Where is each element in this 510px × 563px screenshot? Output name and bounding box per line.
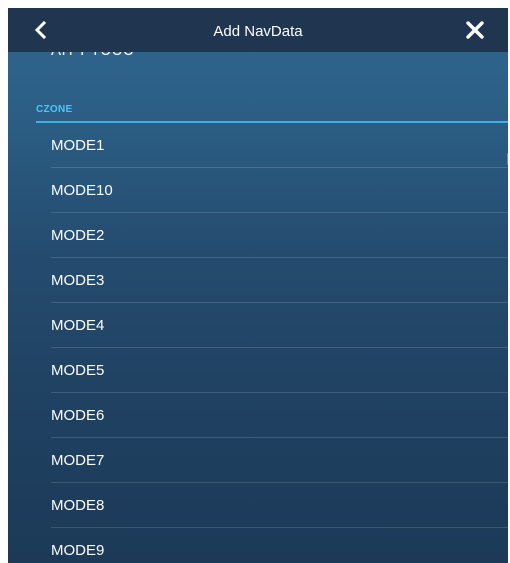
list-item-label: MODE7 — [51, 452, 105, 469]
list-item-label: MODE9 — [51, 542, 105, 559]
list-item[interactable]: MODE3 — [8, 258, 508, 303]
list-item-label: MODE1 — [51, 137, 105, 154]
navdata-list: MODE1 MODE10 MODE2 MODE3 MODE4 MODE5 MOD… — [8, 123, 508, 563]
list-item[interactable]: MODE1 — [8, 123, 508, 168]
list-item-label: MODE2 — [51, 227, 105, 244]
page-title: Add NavData — [213, 23, 303, 40]
list-item-label: MODE6 — [51, 407, 105, 424]
list-item[interactable]: MODE6 — [8, 393, 508, 438]
list-item-label: MODE8 — [51, 497, 105, 514]
section-header-czone: CZONE — [36, 104, 73, 115]
list-item[interactable]: MODE8 — [8, 483, 508, 528]
list-item[interactable]: MODE2 — [8, 213, 508, 258]
list-item[interactable]: MODE4 — [8, 303, 508, 348]
close-button[interactable] — [460, 16, 490, 44]
close-icon — [466, 21, 484, 39]
header-bar: Add NavData — [8, 8, 508, 52]
list-item-label: MODE5 — [51, 362, 105, 379]
list-item[interactable]: MODE7 — [8, 438, 508, 483]
list-item[interactable]: MODE10 — [8, 168, 508, 213]
list-item-label: MODE4 — [51, 317, 105, 334]
list-item-label: MODE10 — [51, 182, 113, 199]
list-item[interactable]: MODE9 — [8, 528, 508, 563]
list-item-label: MODE3 — [51, 272, 105, 289]
scrollbar[interactable] — [507, 153, 508, 165]
list-item[interactable]: MODE5 — [8, 348, 508, 393]
add-navdata-panel: Add NavData AIT PTUUU CZONE MODE1 MODE10… — [8, 8, 508, 563]
